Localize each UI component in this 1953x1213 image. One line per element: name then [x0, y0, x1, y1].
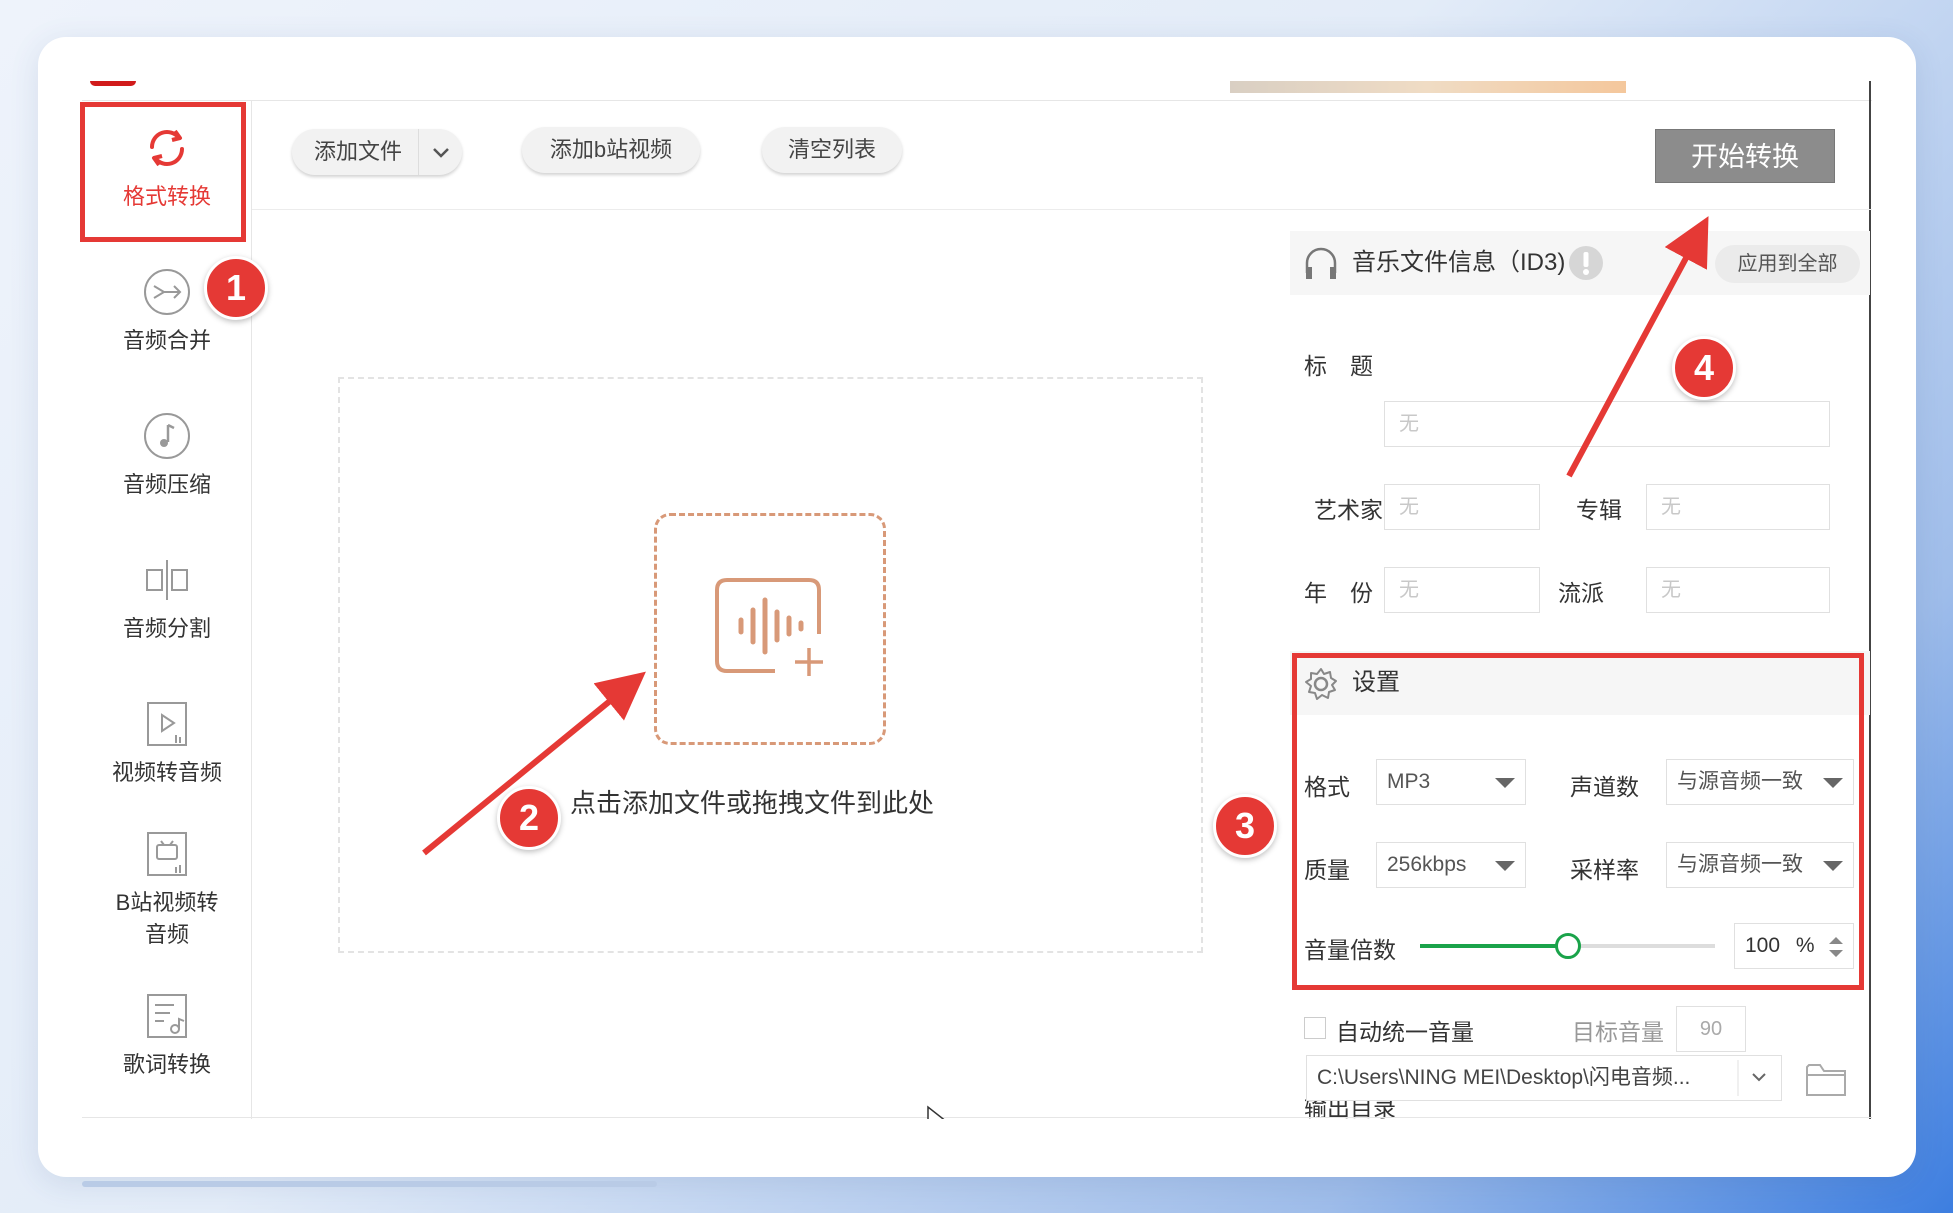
- headphones-icon: [1305, 247, 1337, 279]
- id3-title: 音乐文件信息（ID3): [1352, 249, 1566, 276]
- sidebar-item-label-line2: 音频: [144, 922, 189, 947]
- target-volume-field[interactable]: 90: [1676, 1006, 1746, 1052]
- clear-list-button[interactable]: 清空列表: [762, 127, 902, 173]
- id3-section-header: 音乐文件信息（ID3) 应用到全部: [1290, 231, 1870, 295]
- merge-icon: [144, 269, 190, 315]
- lyrics-icon: [147, 994, 187, 1038]
- sidebar-item-label: 音频合并: [122, 328, 211, 353]
- split-icon: [146, 560, 188, 600]
- info-icon[interactable]: [1568, 245, 1604, 281]
- sidebar-item-label: 歌词转换: [122, 1052, 211, 1077]
- add-file-box[interactable]: [654, 513, 886, 745]
- banner-image[interactable]: [1230, 81, 1626, 93]
- mouse-cursor-icon: [927, 1105, 945, 1119]
- chevron-down-icon: [1737, 1060, 1766, 1096]
- year-field[interactable]: 无: [1384, 567, 1540, 613]
- audio-add-icon: [715, 578, 823, 676]
- genre-field[interactable]: 无: [1646, 567, 1830, 613]
- sidebar-item-audio-split[interactable]: 音频分割: [82, 555, 252, 643]
- auto-volume-checkbox[interactable]: [1304, 1017, 1326, 1039]
- genre-label: 流派: [1558, 580, 1604, 606]
- auto-volume-label: 自动统一音量: [1336, 1019, 1474, 1045]
- add-bilibili-video-button[interactable]: 添加b站视频: [522, 127, 700, 173]
- drop-hint-text: 点击添加文件或拖拽文件到此处: [570, 788, 935, 818]
- annotation-box-settings: [1292, 653, 1864, 990]
- annotation-box-format-convert: [80, 102, 246, 242]
- year-label: 年 份: [1304, 580, 1373, 606]
- annotation-badge-4: 4: [1672, 336, 1736, 400]
- video-icon: [147, 702, 187, 746]
- target-volume-label: 目标音量: [1572, 1019, 1664, 1045]
- sidebar-item-label: B站视频转: [115, 890, 219, 915]
- sidebar-item-label: 音频压缩: [122, 472, 211, 497]
- annotation-badge-2: 2: [497, 786, 561, 850]
- horizontal-scrollbar[interactable]: [82, 1181, 657, 1187]
- app-logo: [90, 81, 136, 86]
- sidebar-item-audio-compress[interactable]: 音频压缩: [82, 411, 252, 499]
- sidebar-item-lyrics-convert[interactable]: 歌词转换: [82, 991, 252, 1079]
- start-convert-button[interactable]: 开始转换: [1655, 129, 1835, 183]
- title-field[interactable]: 无: [1384, 401, 1830, 447]
- annotation-badge-3: 3: [1213, 794, 1277, 858]
- bilibili-tv-icon: [147, 832, 187, 876]
- title-label: 标 题: [1304, 353, 1373, 379]
- annotation-badge-1: 1: [204, 256, 268, 320]
- sidebar-item-video-to-audio[interactable]: 视频转音频: [82, 699, 252, 787]
- add-file-button[interactable]: 添加文件: [292, 129, 462, 175]
- album-field[interactable]: 无: [1646, 484, 1830, 530]
- sidebar-item-bilibili-to-audio[interactable]: B站视频转 音频: [82, 829, 252, 949]
- sidebar: 格式转换 音频合并 音频压缩 音频分割 视频转音频 B站视频转 音频 歌词转换: [82, 101, 252, 1119]
- apply-to-all-button[interactable]: 应用到全部: [1715, 245, 1860, 283]
- album-label: 专辑: [1576, 497, 1622, 523]
- music-note-icon: [144, 413, 190, 459]
- output-dir-select[interactable]: C:\Users\NING MEI\Desktop\闪电音频...: [1306, 1055, 1782, 1101]
- sidebar-item-label: 音频分割: [122, 616, 211, 641]
- folder-icon[interactable]: [1804, 1059, 1848, 1099]
- sidebar-item-label: 视频转音频: [111, 760, 222, 785]
- artist-label: 艺术家: [1314, 497, 1383, 523]
- artist-field[interactable]: 无: [1384, 484, 1540, 530]
- chevron-down-icon[interactable]: [418, 129, 462, 175]
- toolbar: 添加文件 添加b站视频 清空列表 开始转换: [252, 101, 1872, 210]
